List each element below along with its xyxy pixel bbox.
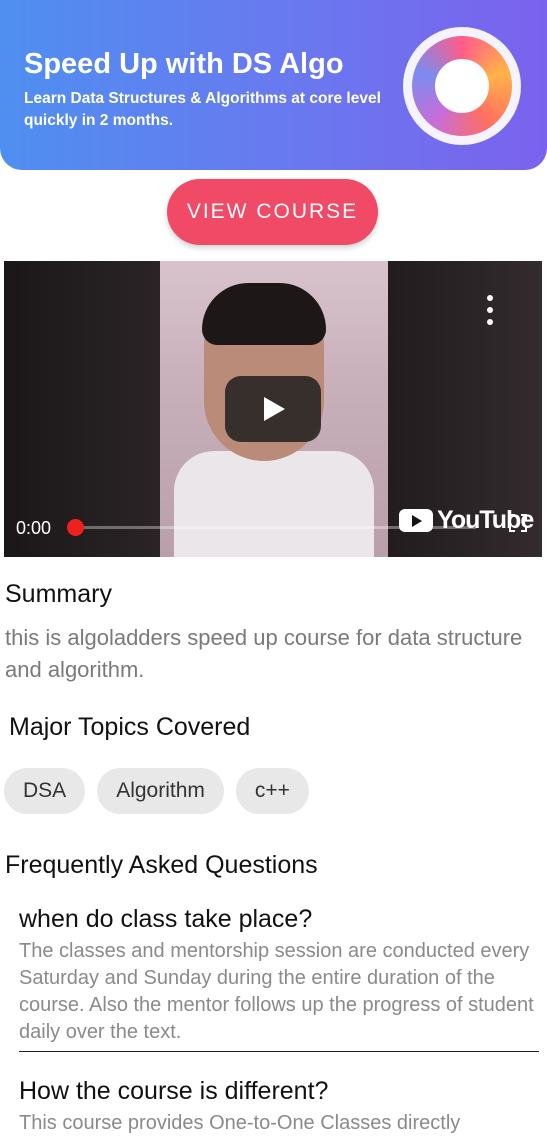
summary-heading: Summary (5, 580, 112, 608)
course-banner: Speed Up with DS Algo Learn Data Structu… (0, 0, 547, 170)
fullscreen-icon[interactable] (509, 514, 527, 532)
play-icon (264, 397, 285, 421)
faq-item[interactable]: How the course is different? This course… (19, 1074, 539, 1137)
faq-divider (19, 1051, 539, 1052)
play-button[interactable] (225, 376, 321, 442)
view-course-button[interactable]: VIEW COURSE (167, 179, 378, 245)
topic-chip-dsa[interactable]: DSA (4, 768, 86, 814)
topic-chips: DSA Algorithm c++ (4, 768, 309, 814)
youtube-play-icon (399, 508, 433, 532)
video-player[interactable]: 0:00 YouTube (4, 261, 542, 557)
more-options-icon[interactable] (484, 295, 496, 325)
faq-answer: This course provides One-to-One Classes … (19, 1112, 461, 1134)
progress-scrubber[interactable] (67, 519, 84, 536)
topic-chip-algorithm[interactable]: Algorithm (97, 768, 224, 814)
summary-text: this is algoladders speed up course for … (5, 625, 523, 682)
topic-chip-cpp[interactable]: c++ (235, 768, 309, 814)
faq-question: How the course is different? (19, 1077, 329, 1105)
course-logo-icon (403, 27, 521, 145)
topics-heading: Major Topics Covered (9, 713, 251, 741)
faq-item[interactable]: when do class take place? The classes an… (19, 902, 539, 1046)
faq-question: when do class take place? (19, 905, 313, 933)
banner-title: Speed Up with DS Algo (24, 48, 344, 80)
video-time: 0:00 (16, 518, 52, 538)
faq-heading: Frequently Asked Questions (5, 851, 318, 879)
banner-subtitle: Learn Data Structures & Algorithms at co… (24, 90, 381, 129)
faq-answer: The classes and mentorship session are c… (19, 940, 534, 1043)
